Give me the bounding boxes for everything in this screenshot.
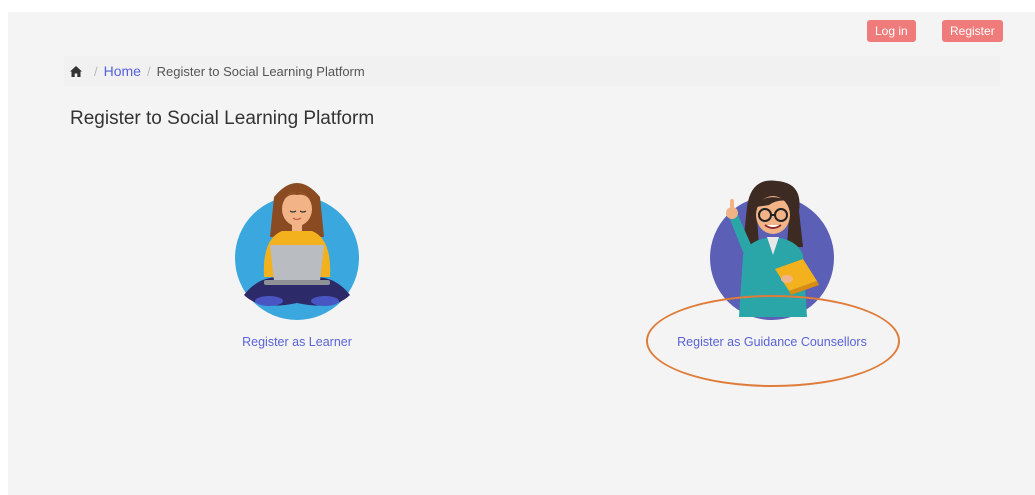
page-container: Log in Register / Home / Register to Soc… [8,12,1035,495]
register-learner-link[interactable]: Register as Learner [192,335,402,349]
login-button[interactable]: Log in [867,20,916,42]
breadcrumb-separator: / [94,63,98,79]
home-icon[interactable] [70,65,82,77]
breadcrumb: / Home / Register to Social Learning Pla… [64,56,1000,86]
counsellor-illustration-icon[interactable] [699,177,845,323]
breadcrumb-current: Register to Social Learning Platform [156,63,365,79]
register-counsellor-option[interactable]: Register as Guidance Counsellors [652,177,892,349]
register-learner-option[interactable]: Register as Learner [192,177,402,349]
register-button[interactable]: Register [942,20,1003,42]
register-counsellor-link[interactable]: Register as Guidance Counsellors [652,335,892,349]
breadcrumb-separator: / [146,63,151,79]
learner-illustration-icon[interactable] [224,177,370,323]
page-title: Register to Social Learning Platform [70,108,375,129]
breadcrumb-home-link[interactable]: Home [104,63,141,79]
